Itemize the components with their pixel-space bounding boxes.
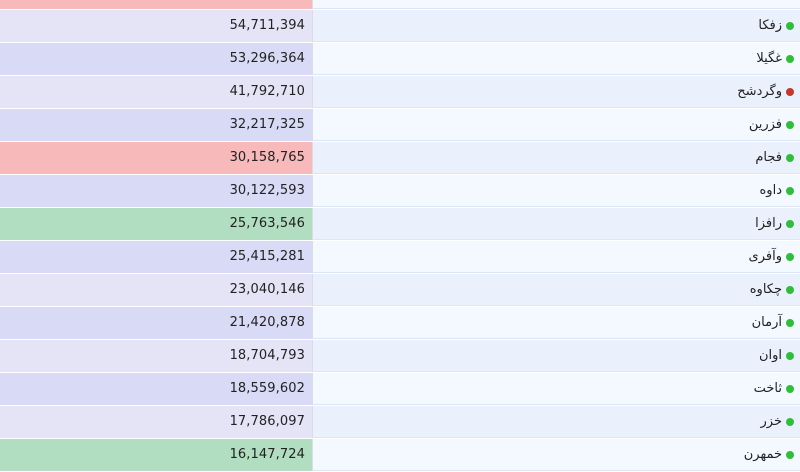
symbol-cell[interactable]: خمهرن [313,439,800,471]
table-row[interactable]: 25,415,281 وآفری [0,241,800,274]
status-dot-icon [786,319,794,327]
status-dot-icon [786,55,794,63]
symbol-label[interactable]: چکاوه [750,274,782,306]
table-row[interactable]: 32,217,325 فزرین [0,109,800,142]
value-cell: 30,122,593 [0,175,313,207]
symbol-label[interactable]: داوه [760,175,783,207]
symbol-label[interactable]: فجام [755,142,782,174]
table-row[interactable]: 17,786,097 خزر [0,406,800,439]
value-cell: 32,217,325 [0,109,313,141]
table-row[interactable]: 25,763,546 رافزا [0,208,800,241]
symbol-cell[interactable]: غگیلا [313,43,800,75]
symbol-label[interactable]: وگردشح [737,76,782,108]
table-row[interactable]: 54,711,394 زفکا [0,10,800,43]
symbols-table: وتوسکا54,711,394زفکا53,296,364غگیلا41,79… [0,0,800,472]
symbol-label[interactable]: خزر [761,406,783,438]
symbol-label[interactable]: وتوسکا [743,0,782,9]
status-dot-icon [786,22,794,30]
table-row[interactable]: وتوسکا [0,0,800,10]
table-row[interactable]: 53,296,364 غگیلا [0,43,800,76]
symbol-cell[interactable]: وآفری [313,241,800,273]
status-dot-icon [786,253,794,261]
table-row[interactable]: 21,420,878 آرمان [0,307,800,340]
status-dot-icon [786,352,794,360]
value-cell: 23,040,146 [0,274,313,306]
table-row[interactable]: 23,040,146 چکاوه [0,274,800,307]
symbol-label[interactable]: اوان [759,340,782,372]
value-cell: 25,763,546 [0,208,313,240]
symbol-cell[interactable]: آرمان [313,307,800,339]
status-dot-icon [786,220,794,228]
symbol-cell[interactable]: اوان [313,340,800,372]
table-row[interactable]: 30,122,593 داوه [0,175,800,208]
value-cell: 54,711,394 [0,10,313,42]
symbol-cell[interactable]: خزر [313,406,800,438]
symbol-cell[interactable]: وگردشح [313,76,800,108]
symbol-label[interactable]: وآفری [749,241,782,273]
value-cell: 25,415,281 [0,241,313,273]
status-dot-icon [786,154,794,162]
symbol-label[interactable]: غگیلا [756,43,782,75]
symbol-label[interactable]: فزرین [749,109,782,141]
symbol-cell[interactable]: زفکا [313,10,800,42]
symbol-cell[interactable]: رافزا [313,208,800,240]
symbol-cell[interactable]: چکاوه [313,274,800,306]
value-cell [0,0,313,9]
value-cell: 17,786,097 [0,406,313,438]
table-row[interactable]: 41,792,710 وگردشح [0,76,800,109]
table-row[interactable]: 18,559,602 ثاخت [0,373,800,406]
symbol-cell[interactable]: فجام [313,142,800,174]
symbol-label[interactable]: ثاخت [754,373,782,405]
table-row[interactable]: 18,704,793 اوان [0,340,800,373]
value-cell: 21,420,878 [0,307,313,339]
status-dot-icon [786,286,794,294]
table-row[interactable]: 30,158,765 فجام [0,142,800,175]
status-dot-icon [786,418,794,426]
value-cell: 18,559,602 [0,373,313,405]
value-cell: 18,704,793 [0,340,313,372]
symbol-cell[interactable]: وتوسکا [313,0,800,9]
value-cell: 41,792,710 [0,76,313,108]
symbol-cell[interactable]: ثاخت [313,373,800,405]
symbol-cell[interactable]: داوه [313,175,800,207]
value-cell: 53,296,364 [0,43,313,75]
status-dot-icon [786,88,794,96]
status-dot-icon [786,385,794,393]
status-dot-icon [786,121,794,129]
symbol-cell[interactable]: فزرین [313,109,800,141]
value-cell: 30,158,765 [0,142,313,174]
symbol-label[interactable]: زفکا [758,10,782,42]
symbol-label[interactable]: رافزا [755,208,782,240]
table-row[interactable]: 16,147,724 خمهرن [0,439,800,472]
value-cell: 16,147,724 [0,439,313,471]
status-dot-icon [786,187,794,195]
symbol-label[interactable]: آرمان [752,307,782,339]
symbol-label[interactable]: خمهرن [744,439,782,471]
